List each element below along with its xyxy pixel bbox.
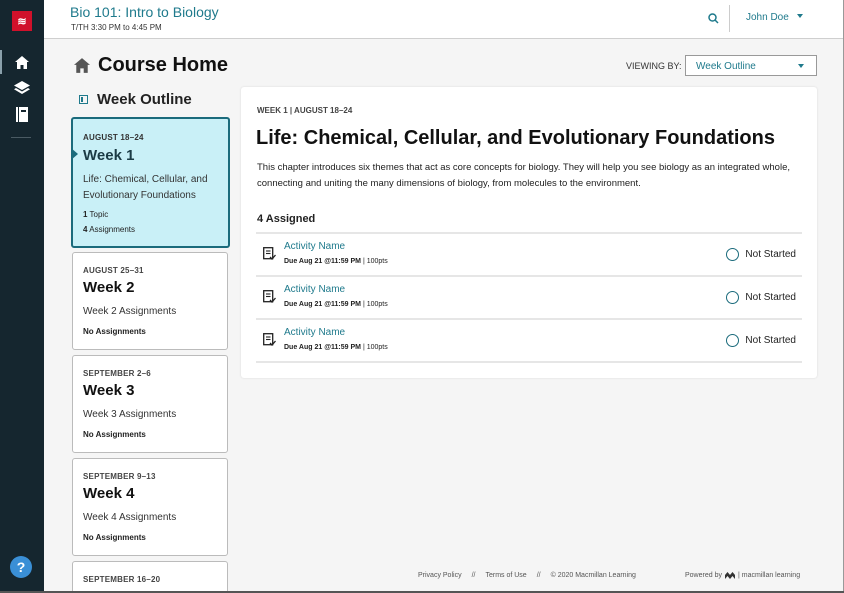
- chevron-down-icon: [798, 64, 804, 68]
- macmillan-brand-text: | macmillan learning: [737, 572, 801, 579]
- chevron-down-icon[interactable]: [797, 14, 803, 18]
- activity-status: Not Started: [726, 291, 796, 304]
- terms-of-use-link[interactable]: Terms of Use: [485, 572, 526, 579]
- macmillan-logo-icon: [724, 572, 735, 579]
- week-topic-count: 1 Topic: [83, 210, 109, 219]
- week-detail-panel: WEEK 1 | AUGUST 18–24 Life: Chemical, Ce…: [241, 87, 817, 378]
- status-circle-icon: [726, 334, 740, 347]
- week-assignment-status: No Assignments: [83, 327, 146, 336]
- status-circle-icon: [726, 291, 740, 304]
- nav-layers-button[interactable]: [12, 78, 32, 98]
- week-name: Week 3: [83, 382, 135, 399]
- week-card-2[interactable]: AUGUST 25–31 Week 2 Week 2 Assignments N…: [72, 252, 228, 350]
- week-card-1[interactable]: AUGUST 18–24 Week 1 Life: Chemical, Cell…: [71, 117, 230, 248]
- week-assignment-status: No Assignments: [83, 430, 146, 439]
- week-outline-heading: Week Outline: [79, 91, 192, 108]
- privacy-policy-link[interactable]: Privacy Policy: [418, 572, 462, 579]
- nav-divider: [11, 137, 31, 138]
- week-description: Week 3 Assignments: [83, 409, 177, 420]
- assignment-icon: [263, 290, 276, 303]
- week-outline-title: Week Outline: [97, 91, 192, 108]
- activity-name-link[interactable]: Activity Name: [284, 241, 345, 252]
- week-date: AUGUST 25–31: [83, 266, 144, 275]
- activity-name-link[interactable]: Activity Name: [284, 284, 345, 295]
- status-circle-icon: [726, 248, 740, 261]
- activity-due: Due Aug 21 @11:59 PM | 100pts: [284, 344, 388, 351]
- activity-row[interactable]: Activity Name Due Aug 21 @11:59 PM | 100…: [256, 277, 802, 320]
- left-nav-sidebar: ≋ ?: [0, 0, 44, 593]
- notebook-icon: [16, 106, 28, 122]
- copyright-text: © 2020 Macmillan Learning: [550, 572, 636, 579]
- week-name: Week 2: [83, 279, 135, 296]
- week-description: Life: Chemical, Cellular, and Evolutiona…: [83, 174, 208, 201]
- week-description: Week 4 Assignments: [83, 512, 177, 523]
- week-name: Week 1: [83, 147, 135, 164]
- week-topic-title: Life: Chemical, Cellular, and Evolutiona…: [256, 127, 775, 149]
- week-card-3[interactable]: SEPTEMBER 2–6 Week 3 Week 3 Assignments …: [72, 355, 228, 453]
- activity-list: Activity Name Due Aug 21 @11:59 PM | 100…: [256, 232, 802, 363]
- nav-notebook-button[interactable]: [12, 104, 32, 124]
- week-assignment-count: 4 Assignments: [83, 225, 136, 234]
- search-icon: [708, 13, 719, 24]
- activity-due: Due Aug 21 @11:59 PM | 100pts: [284, 301, 388, 308]
- page-title-text: Course Home: [98, 54, 229, 76]
- header-divider: [729, 5, 730, 32]
- home-icon: [15, 55, 29, 69]
- top-header: Bio 101: Intro to Biology T/TH 3:30 PM t…: [44, 0, 844, 39]
- help-button[interactable]: ?: [10, 556, 32, 578]
- week-card-4[interactable]: SEPTEMBER 9–13 Week 4 Week 4 Assignments…: [72, 458, 228, 556]
- activity-status: Not Started: [726, 248, 796, 261]
- active-nav-indicator: [0, 50, 2, 74]
- outline-panel-icon: [79, 95, 88, 104]
- course-title[interactable]: Bio 101: Intro to Biology: [70, 4, 219, 20]
- viewing-by-select[interactable]: Week Outline: [685, 55, 817, 76]
- activity-name-link[interactable]: Activity Name: [284, 327, 345, 338]
- activity-status: Not Started: [726, 334, 796, 347]
- activity-row[interactable]: Activity Name Due Aug 21 @11:59 PM | 100…: [256, 320, 802, 363]
- footer-separator: //: [471, 572, 476, 579]
- search-button[interactable]: [708, 11, 719, 29]
- course-time: T/TH 3:30 PM to 4:45 PM: [71, 23, 162, 32]
- week-assignment-status: No Assignments: [83, 533, 146, 542]
- user-menu-button[interactable]: John Doe: [746, 12, 789, 23]
- week-description: Week 2 Assignments: [83, 306, 177, 317]
- nav-home-button[interactable]: [12, 52, 32, 72]
- assignment-icon: [263, 333, 276, 346]
- viewing-by-value: Week Outline: [696, 61, 756, 72]
- week-date: SEPTEMBER 9–13: [83, 472, 156, 481]
- page-title: Course Home: [74, 54, 228, 77]
- viewing-by-label: VIEWING BY:: [626, 61, 682, 71]
- week-date: SEPTEMBER 16–20: [83, 575, 161, 584]
- activity-row[interactable]: Activity Name Due Aug 21 @11:59 PM | 100…: [256, 234, 802, 277]
- week-date: AUGUST 18–24: [83, 133, 144, 142]
- week-topic-description: This chapter introduces six themes that …: [257, 162, 790, 189]
- powered-by: Powered by | macmillan learning: [685, 572, 800, 579]
- week-name: Week 4: [83, 485, 135, 502]
- assignment-icon: [263, 247, 276, 260]
- layers-icon: [14, 81, 30, 94]
- powered-by-label: Powered by: [685, 572, 722, 579]
- home-icon: [74, 58, 90, 73]
- footer-separator: //: [536, 572, 541, 579]
- week-eyebrow: WEEK 1 | AUGUST 18–24: [257, 106, 353, 115]
- week-card-5[interactable]: SEPTEMBER 16–20: [72, 561, 228, 593]
- activity-due: Due Aug 21 @11:59 PM | 100pts: [284, 258, 388, 265]
- assigned-count-heading: 4 Assigned: [257, 213, 316, 225]
- footer-links: Privacy Policy // Terms of Use // © 2020…: [418, 572, 636, 579]
- week-date: SEPTEMBER 2–6: [83, 369, 151, 378]
- active-week-pointer-icon: [71, 148, 78, 160]
- macmillan-logo-icon[interactable]: ≋: [12, 11, 32, 31]
